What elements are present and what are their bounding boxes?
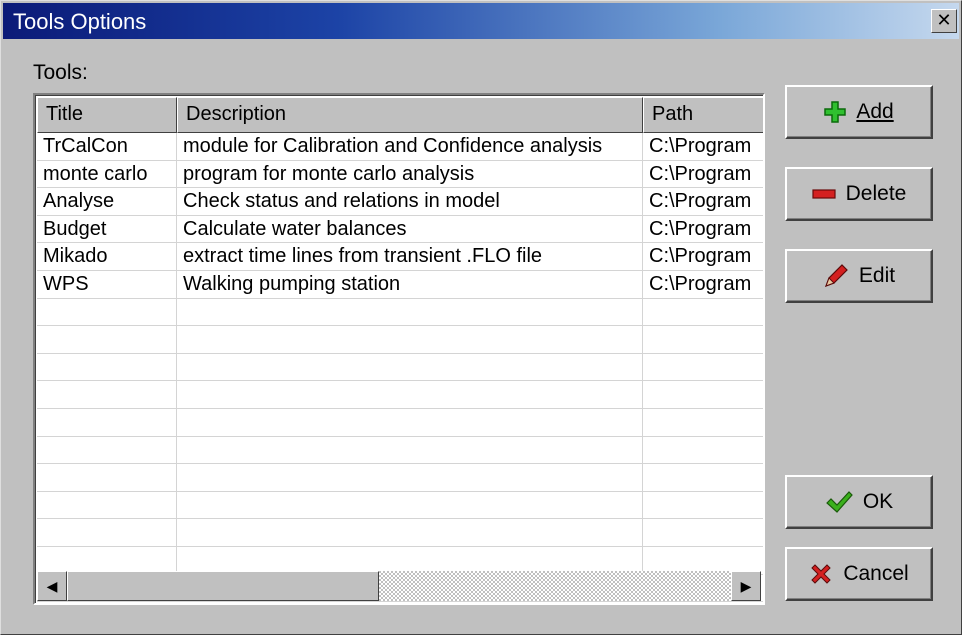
cell-description [177, 408, 643, 436]
cell-path: C:\Program [649, 245, 752, 268]
cell-title: TrCalCon [37, 133, 177, 160]
cell-title [37, 519, 177, 546]
cell-path: C:\Program [649, 217, 752, 240]
arrow-right-icon: ▶ [740, 578, 752, 594]
cell-title [37, 436, 177, 464]
cross-icon [811, 564, 832, 584]
cell-title [37, 546, 177, 574]
edit-button-label: Edit [858, 264, 896, 287]
column-header-path[interactable]: Path [643, 97, 763, 133]
delete-button-label: Delete [845, 182, 907, 205]
cell-description: Calculate water balances [177, 215, 643, 243]
cell-title: Analyse [37, 188, 177, 215]
cell-path [643, 381, 763, 408]
close-icon: ✕ [936, 10, 952, 30]
cell-path: C:\Program [649, 135, 752, 157]
list-row[interactable]: TrCalCon module for Calibration and Confi… [37, 133, 763, 161]
list-row[interactable] [37, 491, 763, 520]
cell-path [643, 492, 763, 519]
cell-path [643, 326, 763, 353]
cell-path [643, 437, 763, 464]
tools-options-dialog: Tools Options ✕ Tools: Title Description… [0, 0, 962, 635]
list-row[interactable] [37, 381, 763, 409]
list-row[interactable]: Budget Calculate water balances C:\Program [37, 215, 763, 244]
list-row[interactable]: monte carlo program for monte carlo analy… [37, 160, 763, 189]
cell-description: module for Calibration and Confidence an… [177, 133, 643, 160]
title-bar[interactable]: Tools Options ✕ [3, 3, 959, 39]
list-row[interactable]: Analyse Check status and relations in mod… [37, 188, 763, 216]
scroll-right-button[interactable]: ▶ [731, 571, 761, 601]
cell-description [177, 353, 643, 381]
cell-description [177, 436, 643, 464]
cancel-button-label: Cancel [843, 562, 909, 585]
cell-title: Mikado [37, 243, 177, 270]
list-row[interactable] [37, 326, 763, 354]
column-header-description[interactable]: Description [177, 97, 643, 133]
cell-title [37, 298, 177, 326]
minus-icon [812, 189, 836, 199]
delete-button[interactable]: Delete [785, 167, 933, 221]
cell-title: Budget [37, 215, 177, 243]
list-row[interactable] [37, 519, 763, 547]
cell-title: monte carlo [37, 160, 177, 188]
cell-path: C:\Program [649, 162, 752, 185]
list-row[interactable] [37, 464, 763, 492]
cell-description: extract time lines from transient .FLO f… [177, 243, 643, 270]
cell-description [177, 491, 643, 519]
list-row[interactable] [37, 298, 763, 327]
cell-path [643, 354, 763, 381]
add-button-label: Add [856, 100, 894, 123]
cell-title: WPS [37, 270, 177, 298]
cell-description [177, 298, 643, 326]
cell-title [37, 326, 177, 353]
tools-list[interactable]: Title Description Path TrCalCon module fo… [33, 93, 765, 605]
cell-path [643, 299, 763, 326]
cell-path [643, 547, 763, 574]
scroll-left-button[interactable]: ◀ [37, 571, 67, 601]
checkmark-icon [825, 491, 853, 513]
cell-path: C:\Program [649, 190, 752, 213]
horizontal-scrollbar[interactable]: ◀ ▶ [37, 571, 761, 601]
cell-title [37, 381, 177, 408]
cell-title [37, 491, 177, 519]
list-row[interactable]: WPS Walking pumping station C:\Program [37, 270, 763, 299]
scroll-thumb[interactable] [67, 571, 379, 601]
add-button[interactable]: Add [785, 85, 933, 139]
window-title: Tools Options [13, 9, 147, 34]
arrow-left-icon: ◀ [46, 578, 58, 594]
cell-description [177, 464, 643, 491]
list-header: Title Description Path [37, 97, 763, 133]
plus-icon [824, 101, 847, 123]
cell-title [37, 464, 177, 491]
cell-description [177, 519, 643, 546]
cell-description [177, 326, 643, 353]
cell-title [37, 408, 177, 436]
cell-path [643, 464, 763, 491]
column-header-title[interactable]: Title [37, 97, 177, 133]
list-row[interactable] [37, 436, 763, 465]
cell-description [177, 381, 643, 408]
ok-button[interactable]: OK [785, 475, 933, 529]
cell-description: Check status and relations in model [177, 188, 643, 215]
close-button[interactable]: ✕ [931, 9, 957, 33]
pencil-icon [824, 264, 848, 288]
cell-title [37, 353, 177, 381]
list-row[interactable]: Mikado extract time lines from transient … [37, 243, 763, 271]
cell-description [177, 546, 643, 574]
list-row[interactable] [37, 353, 763, 382]
cancel-button[interactable]: Cancel [785, 547, 933, 601]
ok-button-label: OK [862, 490, 894, 513]
edit-button[interactable]: Edit [785, 249, 933, 303]
cell-path: C:\Program [649, 272, 752, 295]
tools-label: Tools: [33, 61, 88, 84]
cell-path [643, 519, 763, 546]
cell-description: Walking pumping station [177, 270, 643, 298]
list-row[interactable] [37, 408, 763, 437]
cell-path [643, 409, 763, 436]
cell-description: program for monte carlo analysis [177, 160, 643, 188]
list-rows: TrCalCon module for Calibration and Confi… [37, 133, 763, 603]
